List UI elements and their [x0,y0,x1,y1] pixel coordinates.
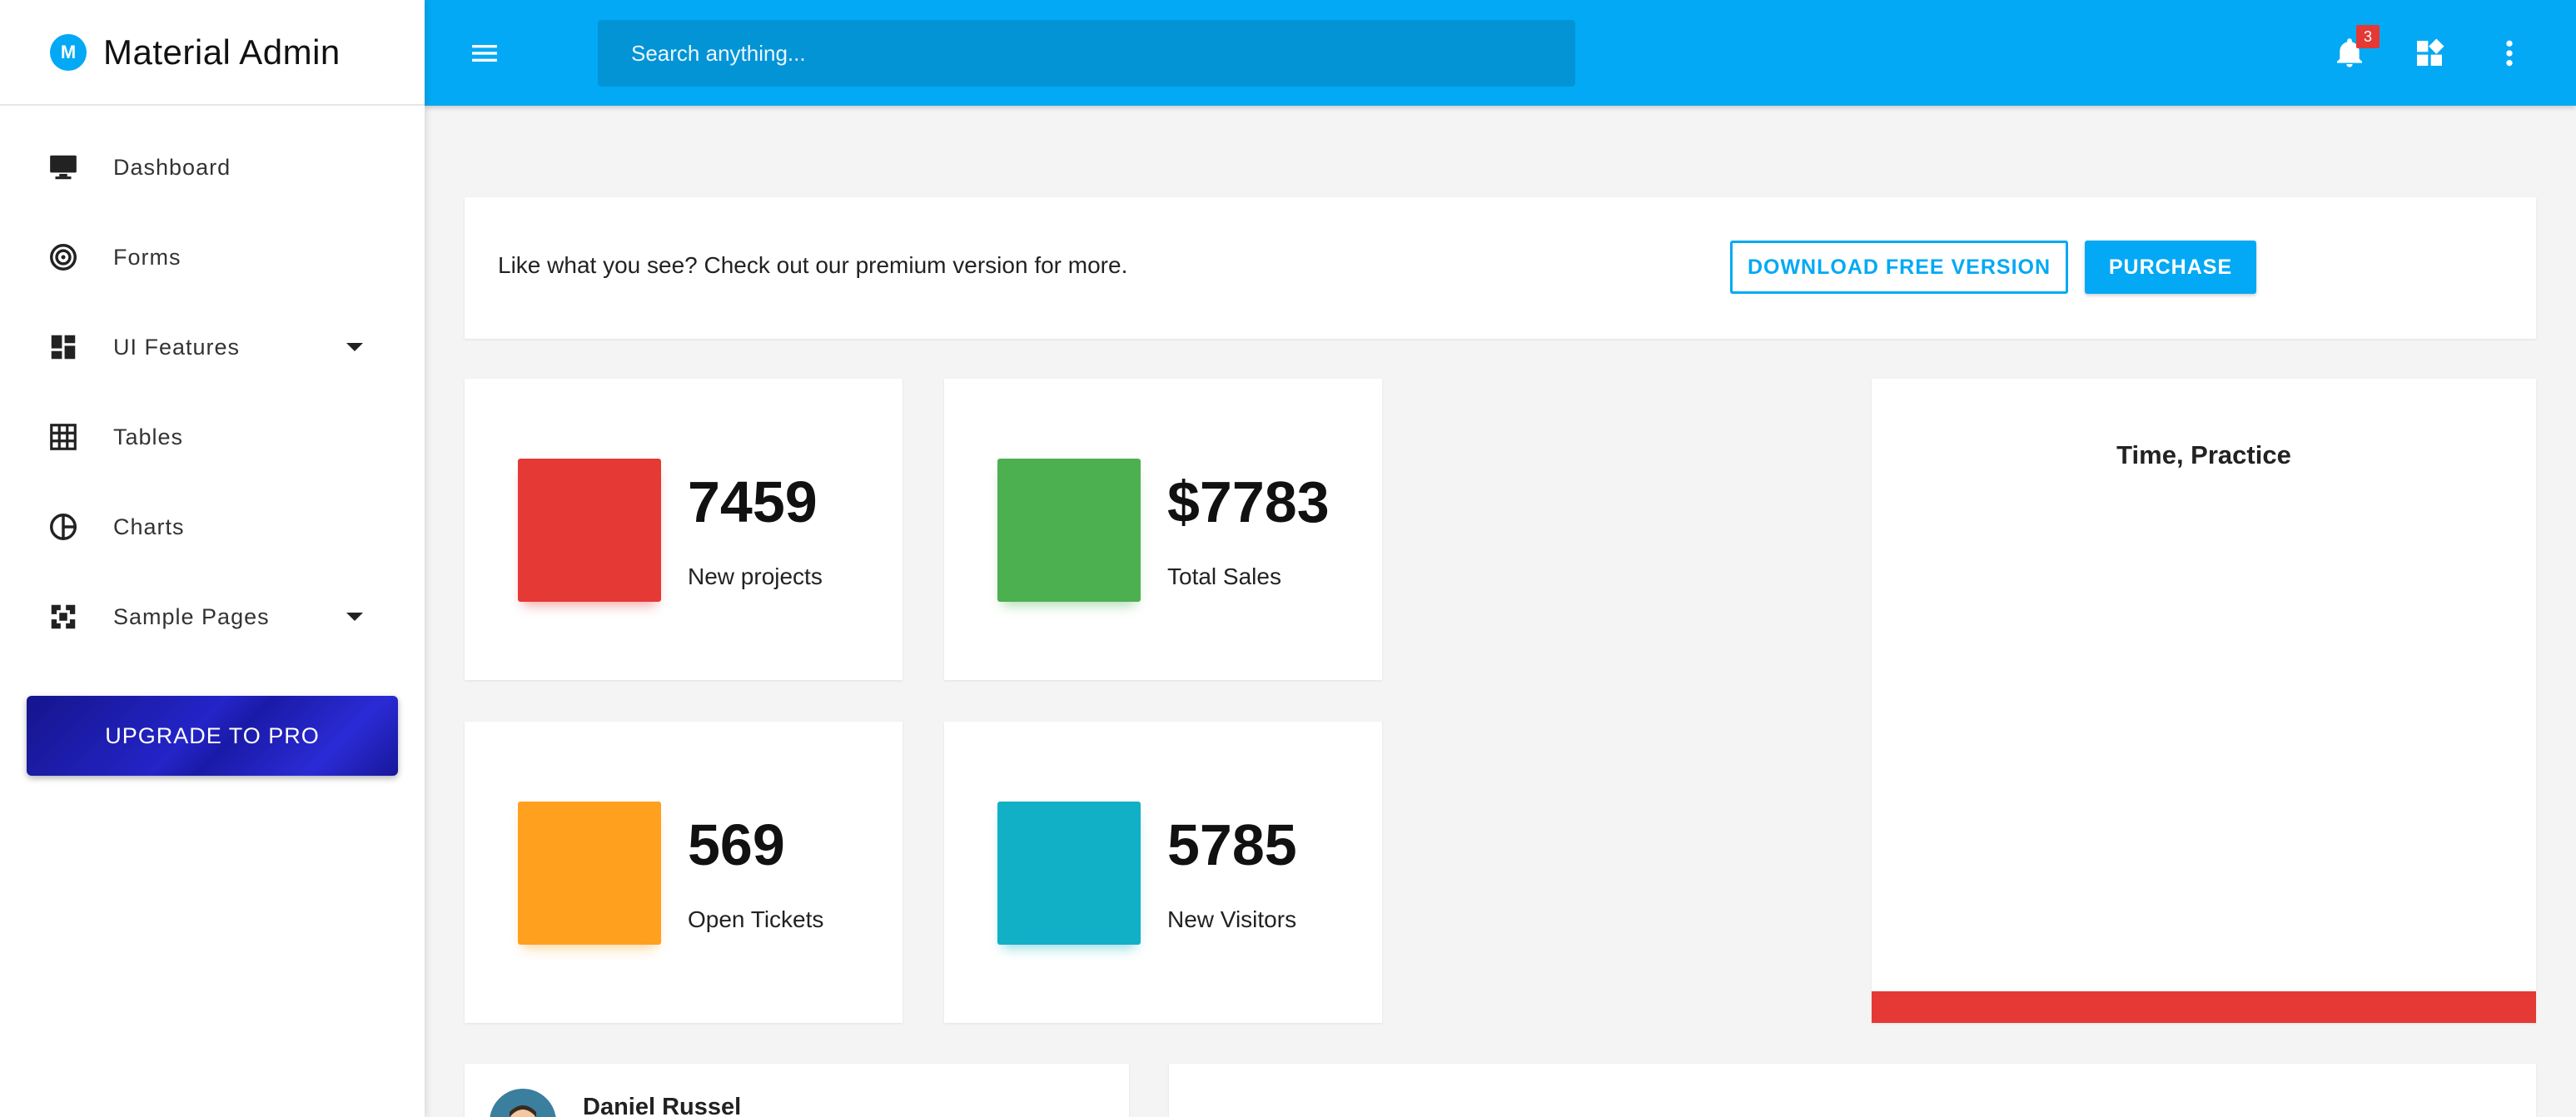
stat-label: Open Tickets [688,906,824,932]
download-free-version-button[interactable]: DOWNLOAD FREE VERSION [1730,241,2068,294]
stat-value: $7783 [1167,469,1330,534]
sidebar-nav: Dashboard Forms UI Features Tables Chart… [0,106,425,662]
sidebar-item-label: Dashboard [113,154,231,180]
stat-label: New Visitors [1167,906,1297,932]
widgets-icon [2417,38,2444,66]
stat-label: Total Sales [1167,563,1281,589]
brand[interactable]: M Material Admin [0,0,425,106]
chart-accent-bar [1872,991,2536,1023]
stat-swatch [997,459,1141,602]
pie-chart-icon [47,510,80,544]
table-grid-icon [47,420,80,454]
more-options-button[interactable] [2491,35,2528,72]
promo-text: Like what you see? Check out our premium… [498,252,1128,278]
search-input[interactable] [598,20,1575,87]
sidebar-item-dashboard[interactable]: Dashboard [0,122,425,212]
sidebar-item-sample-pages[interactable]: Sample Pages [0,572,425,662]
purchase-button[interactable]: PURCHASE [2085,241,2256,294]
top-app-bar: 3 [425,0,2576,106]
chart-card: Time, Practice [1872,379,2536,1023]
sidebar-item-ui-features[interactable]: UI Features [0,302,425,392]
stat-card-new-visitors: 5785 New Visitors [944,722,1382,1023]
profile-name: Daniel Russel [583,1094,742,1117]
promo-banner: Like what you see? Check out our premium… [465,197,2536,339]
dashboard-grid-icon [47,330,80,364]
sidebar-item-label: Charts [113,514,185,539]
target-icon [47,241,80,274]
sidebar-item-label: Tables [113,424,184,449]
chart-title: Time, Practice [2116,440,2291,469]
brand-logo: M [50,33,87,71]
pages-icon [47,600,80,633]
sidebar-item-label: UI Features [113,334,241,360]
stat-card-total-sales: $7783 Total Sales [944,379,1382,680]
stat-card-new-projects: 7459 New projects [465,379,903,680]
chevron-down-icon[interactable] [346,343,363,351]
notifications-button[interactable]: 3 [2331,25,2380,72]
stat-swatch [518,459,661,602]
stat-card-open-tickets: 569 Open Tickets [465,722,903,1023]
sidebar-item-forms[interactable]: Forms [0,212,425,302]
upgrade-button[interactable]: UPGRADE TO PRO [27,696,398,776]
sidebar-item-label: Forms [113,244,182,270]
more-vert-icon [2506,40,2513,67]
sidebar-item-charts[interactable]: Charts [0,482,425,572]
sidebar: M Material Admin Dashboard Forms UI Feat… [0,0,425,1117]
chevron-down-icon[interactable] [346,613,363,621]
notification-count-badge: 3 [2356,25,2380,48]
sidebar-item-tables[interactable]: Tables [0,392,425,482]
content-card [1169,1064,2536,1117]
widgets-button[interactable] [2411,35,2448,72]
stat-value: 5785 [1167,812,1297,877]
sidebar-item-label: Sample Pages [113,603,270,629]
stat-value: 7459 [688,469,818,534]
monitor-icon [47,151,80,184]
menu-icon[interactable] [468,37,501,70]
brand-name: Material Admin [103,32,341,72]
stat-swatch [997,802,1141,945]
avatar [490,1089,556,1117]
stat-label: New projects [688,563,823,589]
stat-swatch [518,802,661,945]
profile-card: Daniel Russel [465,1064,1129,1117]
stat-value: 569 [688,812,785,877]
